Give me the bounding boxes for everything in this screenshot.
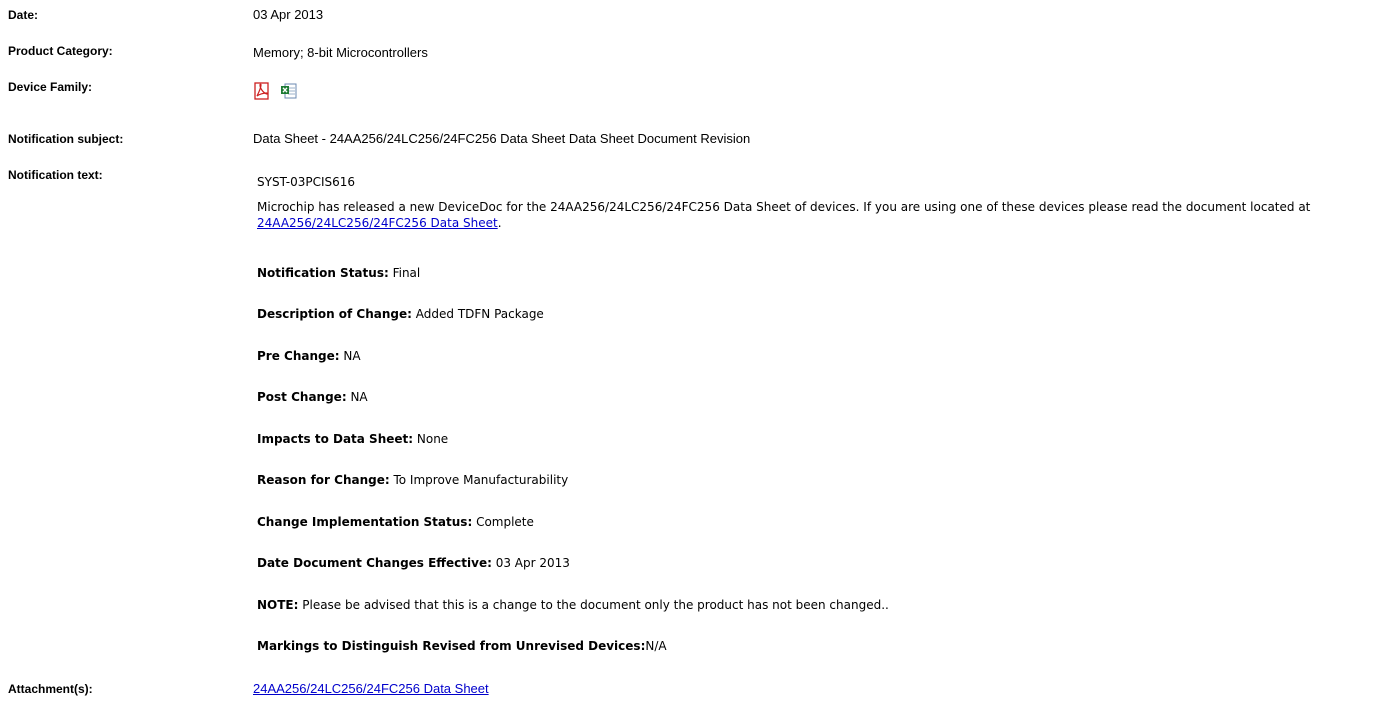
attachments-value: 24AA256/24LC256/24FC256 Data Sheet: [253, 681, 489, 697]
note: NOTE: Please be advised that this is a c…: [257, 597, 889, 613]
attachments-label: Attachment(s):: [8, 682, 93, 696]
description-of-change-label: Description of Change:: [257, 307, 412, 321]
effective-label: Date Document Changes Effective:: [257, 556, 492, 570]
notification-intro: Microchip has released a new DeviceDoc f…: [257, 199, 1362, 231]
date-value: 03 Apr 2013: [253, 7, 324, 22]
effective-value: 03 Apr 2013: [491, 556, 570, 570]
notification-subject-label: Notification subject:: [8, 132, 124, 146]
impacts-to-data-sheet: Impacts to Data Sheet: None: [257, 431, 448, 447]
note-label: NOTE:: [257, 598, 299, 612]
intro-datasheet-link[interactable]: 24AA256/24LC256/24FC256 Data Sheet: [257, 216, 498, 230]
change-implementation-status: Change Implementation Status: Complete: [257, 514, 534, 530]
description-of-change: Description of Change: Added TDFN Packag…: [257, 306, 544, 322]
date-changes-effective: Date Document Changes Effective: 03 Apr …: [257, 555, 570, 571]
reason-value: To Improve Manufacturability: [389, 473, 569, 487]
intro-text: Microchip has released a new DeviceDoc f…: [257, 200, 1311, 214]
notification-text-label: Notification text:: [8, 168, 103, 182]
pdf-file-icon[interactable]: [253, 82, 271, 100]
implementation-label: Change Implementation Status:: [257, 515, 473, 529]
notification-status-label: Notification Status:: [257, 266, 389, 280]
notification-status-value: Final: [388, 266, 421, 280]
attachment-datasheet-link[interactable]: 24AA256/24LC256/24FC256 Data Sheet: [253, 681, 489, 696]
reason-for-change: Reason for Change: To Improve Manufactur…: [257, 472, 568, 488]
markings: Markings to Distinguish Revised from Unr…: [257, 638, 667, 654]
intro-period: .: [497, 216, 502, 230]
pre-change-value: NA: [339, 349, 361, 363]
impacts-value: None: [413, 432, 449, 446]
implementation-value: Complete: [472, 515, 534, 529]
product-category-label: Product Category:: [8, 44, 113, 58]
markings-label: Markings to Distinguish Revised from Unr…: [257, 639, 646, 653]
post-change: Post Change: NA: [257, 389, 368, 405]
impacts-label: Impacts to Data Sheet:: [257, 432, 414, 446]
post-change-label: Post Change:: [257, 390, 347, 404]
note-value: Please be advised that this is a change …: [298, 598, 889, 612]
notification-subject-value: Data Sheet - 24AA256/24LC256/24FC256 Dat…: [253, 131, 751, 146]
device-family-label: Device Family:: [8, 80, 93, 94]
product-category-value: Memory; 8-bit Microcontrollers: [253, 45, 428, 60]
notification-id: SYST-03PCIS616: [257, 175, 356, 189]
description-of-change-value: Added TDFN Package: [411, 307, 544, 321]
notification-status: Notification Status: Final: [257, 265, 420, 281]
pre-change: Pre Change: NA: [257, 348, 361, 364]
reason-label: Reason for Change:: [257, 473, 390, 487]
markings-value: N/A: [645, 639, 667, 653]
date-label: Date:: [8, 8, 39, 22]
excel-file-icon[interactable]: [280, 82, 298, 100]
post-change-value: NA: [346, 390, 368, 404]
pre-change-label: Pre Change:: [257, 349, 340, 363]
